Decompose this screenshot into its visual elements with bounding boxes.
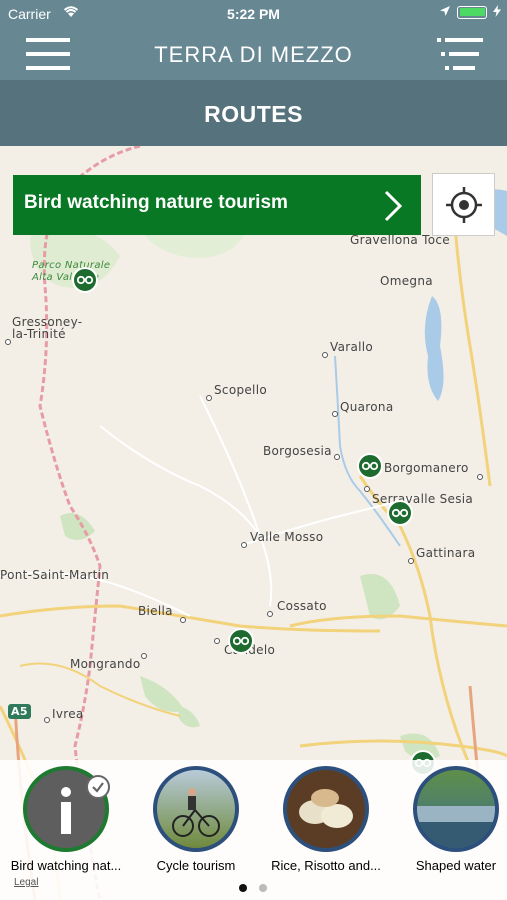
- category-label: Bird watching nat...: [10, 858, 122, 873]
- category-rice-risotto[interactable]: Rice, Risotto and...: [251, 766, 401, 873]
- water-photo: [413, 766, 499, 852]
- birdwatching-marker[interactable]: [72, 267, 98, 293]
- birdwatching-marker[interactable]: [387, 500, 413, 526]
- town-dot: [334, 454, 340, 460]
- place-label: Serravalle Sesia: [372, 492, 474, 506]
- place-label: Parco Naturale: [32, 260, 111, 271]
- location-arrow-icon: [439, 4, 451, 20]
- category-carousel[interactable]: Bird watching nat... Cycle tourism Rice,…: [0, 760, 507, 900]
- page-dot-1[interactable]: [239, 884, 247, 892]
- town-dot: [206, 395, 212, 401]
- category-bird-watching[interactable]: Bird watching nat...: [0, 766, 141, 873]
- place-label: Pont-Saint-Martin: [0, 568, 110, 582]
- category-label: Rice, Risotto and...: [271, 858, 381, 873]
- place-label: Ivrea: [52, 707, 84, 721]
- map-legal-link[interactable]: Legal: [14, 877, 38, 888]
- page-dot-2[interactable]: [259, 884, 267, 892]
- route-banner[interactable]: Bird watching nature tourism: [13, 175, 421, 235]
- battery-icon: [457, 5, 487, 19]
- locate-me-button[interactable]: [432, 173, 495, 236]
- town-dot: [408, 558, 414, 564]
- place-label: Scopello: [214, 383, 267, 397]
- list-icon: [437, 38, 483, 70]
- town-dot: [141, 653, 147, 659]
- cyclist-photo: [153, 766, 239, 852]
- category-cycle-tourism[interactable]: Cycle tourism: [121, 766, 271, 873]
- chevron-right-icon: [384, 190, 403, 222]
- list-view-button[interactable]: [437, 38, 485, 70]
- town-dot: [241, 542, 247, 548]
- place-label: Varallo: [330, 340, 374, 354]
- rice-photo: [283, 766, 369, 852]
- section-header: ROUTES: [0, 80, 507, 146]
- section-title: ROUTES: [204, 101, 303, 127]
- town-dot: [267, 611, 273, 617]
- town-dot: [322, 352, 328, 358]
- category-label: Shaped water: [415, 858, 497, 873]
- town-dot: [332, 411, 338, 417]
- town-dot: [5, 339, 11, 345]
- town-dot: [477, 474, 483, 480]
- category-shaped-water[interactable]: Shaped water: [381, 766, 507, 873]
- status-bar: Carrier 5:22 PM: [0, 0, 507, 28]
- place-label: Gattinara: [416, 546, 476, 560]
- charging-icon: [493, 4, 501, 20]
- crosshair-icon: [446, 187, 482, 223]
- place-label: Valle Mosso: [250, 530, 324, 544]
- town-dot: [214, 638, 220, 644]
- place-label: la-Trinité: [12, 327, 66, 341]
- birdwatching-marker[interactable]: [228, 628, 254, 654]
- birdwatching-marker[interactable]: [357, 453, 383, 479]
- nav-bar: TERRA DI MEZZO: [0, 28, 507, 80]
- check-icon: [86, 775, 110, 799]
- place-label: Biella: [138, 604, 173, 618]
- category-label: Cycle tourism: [156, 858, 236, 873]
- place-label: Borgosesia: [263, 444, 332, 458]
- route-title: Bird watching nature tourism: [24, 192, 288, 213]
- place-label: Borgomanero: [384, 461, 469, 475]
- highway-shield: A5: [8, 704, 31, 719]
- page-indicator[interactable]: [239, 884, 267, 892]
- clock: 5:22 PM: [227, 6, 280, 22]
- town-dot: [44, 717, 50, 723]
- place-label: Mongrando: [70, 657, 141, 671]
- town-dot: [180, 617, 186, 623]
- app-title: TERRA DI MEZZO: [154, 42, 353, 67]
- place-label: Cossato: [277, 599, 327, 613]
- place-label: Quarona: [340, 400, 394, 414]
- place-label: Omegna: [380, 274, 433, 288]
- town-dot: [364, 486, 370, 492]
